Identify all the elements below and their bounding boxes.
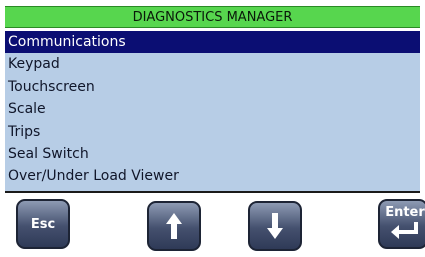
menu-item-communications[interactable]: Communications bbox=[5, 31, 420, 54]
diagnostics-screen: DIAGNOSTICS MANAGER Communications Keypa… bbox=[0, 0, 425, 257]
menu-item-seal-switch[interactable]: Seal Switch bbox=[5, 143, 420, 165]
up-button[interactable] bbox=[147, 201, 201, 251]
menu-item-trips[interactable]: Trips bbox=[5, 121, 420, 143]
down-arrow-icon bbox=[265, 211, 285, 241]
enter-return-icon bbox=[389, 220, 421, 240]
down-button[interactable] bbox=[248, 201, 302, 251]
menu-item-touchscreen[interactable]: Touchscreen bbox=[5, 76, 420, 98]
esc-button[interactable]: Esc bbox=[16, 199, 70, 249]
diagnostics-menu-list: Communications Keypad Touchscreen Scale … bbox=[5, 31, 420, 193]
menu-item-keypad[interactable]: Keypad bbox=[5, 53, 420, 75]
enter-button[interactable]: Enter bbox=[378, 199, 425, 249]
enter-button-content: Enter bbox=[385, 205, 425, 240]
enter-button-label: Enter bbox=[385, 205, 425, 220]
esc-button-label: Esc bbox=[30, 216, 56, 232]
window-title: DIAGNOSTICS MANAGER bbox=[5, 6, 420, 28]
menu-item-scale[interactable]: Scale bbox=[5, 98, 420, 120]
button-bar: Esc Enter bbox=[0, 193, 425, 257]
up-arrow-icon bbox=[164, 211, 184, 241]
menu-item-over-under-load-viewer[interactable]: Over/Under Load Viewer bbox=[5, 165, 420, 187]
